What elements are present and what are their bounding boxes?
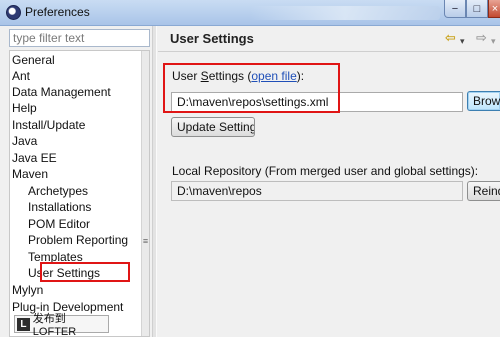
tree-item-maven[interactable]: Maven [12, 166, 48, 182]
preferences-tree: General Ant Data Management Help Install… [9, 50, 150, 337]
back-arrow-icon[interactable]: ⇦ [445, 31, 456, 45]
tree-item-archetypes[interactable]: Archetypes [28, 183, 88, 199]
tree-item-java-ee[interactable]: Java EE [12, 150, 57, 166]
local-repository-path-field[interactable] [171, 181, 463, 201]
lofter-watermark: L 发布到LOFTER [14, 313, 109, 337]
back-dropdown-icon[interactable]: ▾ [460, 34, 465, 48]
lofter-logo-icon: L [17, 317, 30, 331]
title-bar: Preferences − □ × [0, 0, 500, 26]
maximize-button[interactable]: □ [466, 0, 488, 18]
scrollbar-grip-icon: ≡ [142, 236, 149, 246]
annotation-box-settings [163, 63, 340, 113]
tree-item-installations[interactable]: Installations [28, 199, 91, 215]
tree-item-install-update[interactable]: Install/Update [12, 117, 85, 133]
update-settings-button[interactable]: Update Settings [171, 117, 255, 137]
eclipse-icon [6, 5, 21, 20]
blurred-background-strip [250, 6, 440, 20]
tree-item-pom-editor[interactable]: POM Editor [28, 216, 90, 232]
window-title: Preferences [25, 5, 90, 19]
tree-item-data-management[interactable]: Data Management [12, 84, 111, 100]
local-repository-label: Local Repository (From merged user and g… [172, 164, 479, 178]
page-title: User Settings [170, 31, 254, 46]
tree-item-general[interactable]: General [12, 52, 55, 68]
forward-dropdown-icon[interactable]: ▾ [491, 34, 496, 48]
close-button[interactable]: × [488, 0, 500, 18]
minimize-button[interactable]: − [444, 0, 466, 18]
reindex-button[interactable]: Reindex [467, 181, 500, 201]
annotation-box-tree [40, 262, 130, 282]
tree-item-java[interactable]: Java [12, 133, 37, 149]
filter-input[interactable] [9, 29, 150, 47]
tree-item-problem-reporting[interactable]: Problem Reporting [28, 232, 140, 248]
tree-item-help[interactable]: Help [12, 100, 37, 116]
page-header: User Settings ⇦ ▾ ⇨ ▾ [158, 26, 500, 52]
tree-item-mylyn[interactable]: Mylyn [12, 282, 43, 298]
tree-item-ant[interactable]: Ant [12, 68, 30, 84]
lofter-watermark-text: 发布到LOFTER [32, 313, 77, 337]
tree-scrollbar[interactable] [141, 51, 149, 336]
browse-button[interactable]: Browse... [467, 91, 500, 111]
preference-page: User Settings ⇦ ▾ ⇨ ▾ User Settings (ope… [158, 26, 500, 337]
preferences-navigation: General Ant Data Management Help Install… [6, 26, 150, 337]
panel-sash[interactable] [152, 26, 157, 337]
forward-arrow-icon[interactable]: ⇨ [476, 31, 487, 45]
